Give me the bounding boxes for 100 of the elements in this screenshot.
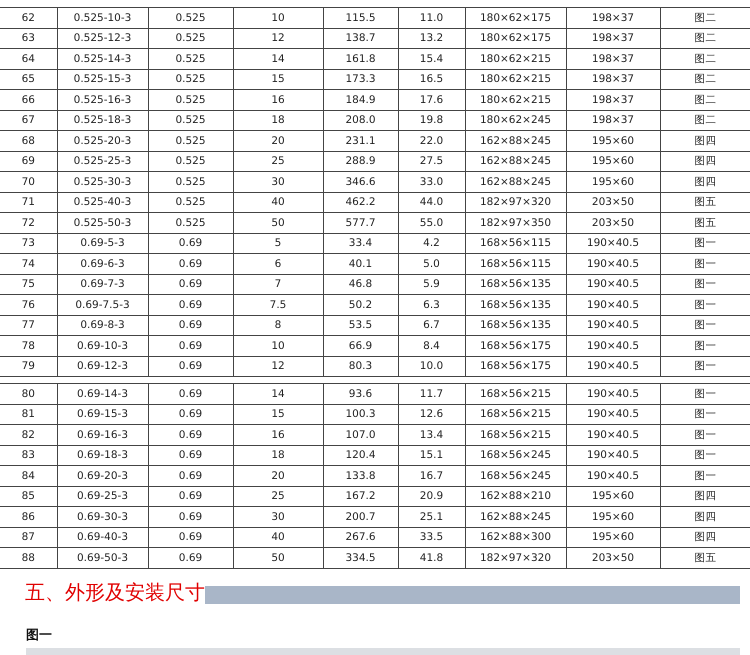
table-cell: 66.9 <box>323 336 398 356</box>
table-cell: 168×56×245 <box>465 466 566 486</box>
table-cell: 图五 <box>660 212 750 233</box>
table-cell: 44.0 <box>398 192 465 212</box>
table-cell: 0.69-7-3 <box>57 274 148 294</box>
table-cell: 20 <box>233 130 323 151</box>
table-cell: 图四 <box>660 172 750 192</box>
table-cell: 18 <box>233 445 323 466</box>
table-cell: 0.69-12-3 <box>57 356 148 376</box>
table-cell: 15 <box>233 69 323 90</box>
table-cell: 190×40.5 <box>566 233 660 254</box>
table-cell: 168×56×115 <box>465 233 566 254</box>
table-cell: 0.69-15-3 <box>57 404 148 424</box>
table-cell: 68 <box>0 130 57 151</box>
table-cell: 10 <box>233 8 323 28</box>
table-cell: 0.525 <box>148 110 233 130</box>
table-cell: 16.5 <box>398 69 465 90</box>
table-cell: 72 <box>0 212 57 233</box>
table-cell: 168×56×215 <box>465 384 566 404</box>
table-cell: 0.69-30-3 <box>57 506 148 527</box>
table-cell: 190×40.5 <box>566 315 660 336</box>
table-cell: 40.1 <box>323 254 398 274</box>
table-cell: 16.7 <box>398 466 465 486</box>
table-cell: 180×62×215 <box>465 48 566 69</box>
table-cell: 203×50 <box>566 192 660 212</box>
table-cell: 85 <box>0 486 57 506</box>
table-cell: 图二 <box>660 90 750 110</box>
table-cell: 11.7 <box>398 384 465 404</box>
table-cell: 162×88×300 <box>465 527 566 548</box>
table-cell: 180×62×245 <box>465 110 566 130</box>
table-cell: 84 <box>0 466 57 486</box>
table-cell: 198×37 <box>566 48 660 69</box>
table-cell: 87 <box>0 527 57 548</box>
table-cell: 20.9 <box>398 486 465 506</box>
table-cell: 267.6 <box>323 527 398 548</box>
table-cell: 14 <box>233 48 323 69</box>
table-cell: 168×56×245 <box>465 445 566 466</box>
table-cell: 66 <box>0 90 57 110</box>
table-cell: 6.3 <box>398 294 465 315</box>
table-cell: 0.69-6-3 <box>57 254 148 274</box>
table-cell: 图一 <box>660 404 750 424</box>
table-cell: 184.9 <box>323 90 398 110</box>
table-cell: 168×56×135 <box>465 274 566 294</box>
table-cell: 182×97×350 <box>465 212 566 233</box>
table-cell: 5.9 <box>398 274 465 294</box>
table-cell: 0.69-18-3 <box>57 445 148 466</box>
table-cell: 33.5 <box>398 527 465 548</box>
table-cell: 4.2 <box>398 233 465 254</box>
table-cell: 10 <box>233 336 323 356</box>
table-cell: 0.69-8-3 <box>57 315 148 336</box>
table-cell: 168×56×215 <box>465 424 566 445</box>
table-cell: 0.525 <box>148 8 233 28</box>
table-cell: 25.1 <box>398 506 465 527</box>
table-cell: 195×60 <box>566 172 660 192</box>
table-cell: 64 <box>0 48 57 69</box>
table-cell: 0.525-10-3 <box>57 8 148 28</box>
table-cell: 93.6 <box>323 384 398 404</box>
table-cell: 81 <box>0 404 57 424</box>
table-cell: 346.6 <box>323 172 398 192</box>
table-cell: 162×88×245 <box>465 130 566 151</box>
table-cell: 6.7 <box>398 315 465 336</box>
table-cell: 198×37 <box>566 69 660 90</box>
table-cell: 77 <box>0 315 57 336</box>
table-cell: 0.69 <box>148 486 233 506</box>
table-cell: 180×62×175 <box>465 8 566 28</box>
table-cell: 167.2 <box>323 486 398 506</box>
table-cell: 168×56×175 <box>465 336 566 356</box>
table-cell: 80 <box>0 384 57 404</box>
table-cell: 5 <box>233 233 323 254</box>
table-cell: 0.69-25-3 <box>57 486 148 506</box>
table-cell: 168×56×215 <box>465 404 566 424</box>
table-cell: 231.1 <box>323 130 398 151</box>
table-cell: 0.525-30-3 <box>57 172 148 192</box>
table-cell: 71 <box>0 192 57 212</box>
table-cell: 133.8 <box>323 466 398 486</box>
table-cell: 190×40.5 <box>566 254 660 274</box>
table-cell: 图二 <box>660 110 750 130</box>
table-cell: 19.8 <box>398 110 465 130</box>
table-cell: 86 <box>0 506 57 527</box>
table-cell: 462.2 <box>323 192 398 212</box>
table-cell: 168×56×135 <box>465 294 566 315</box>
table-cell: 6 <box>233 254 323 274</box>
table-cell: 40 <box>233 192 323 212</box>
table-cell: 13.4 <box>398 424 465 445</box>
table-cell: 190×40.5 <box>566 274 660 294</box>
table-cell: 577.7 <box>323 212 398 233</box>
table-cell: 0.69 <box>148 233 233 254</box>
table-cell: 16 <box>233 424 323 445</box>
table-cell: 图一 <box>660 466 750 486</box>
table-cell: 0.69 <box>148 527 233 548</box>
table-cell: 0.69 <box>148 356 233 376</box>
table-cell: 17.6 <box>398 90 465 110</box>
table-cell: 33.0 <box>398 172 465 192</box>
table-cell: 0.69-16-3 <box>57 424 148 445</box>
table-cell: 图一 <box>660 254 750 274</box>
table-cell: 0.69 <box>148 315 233 336</box>
table-cell: 0.69 <box>148 294 233 315</box>
table-cell: 7.5 <box>233 294 323 315</box>
table-cell: 图四 <box>660 130 750 151</box>
table-cell: 195×60 <box>566 130 660 151</box>
